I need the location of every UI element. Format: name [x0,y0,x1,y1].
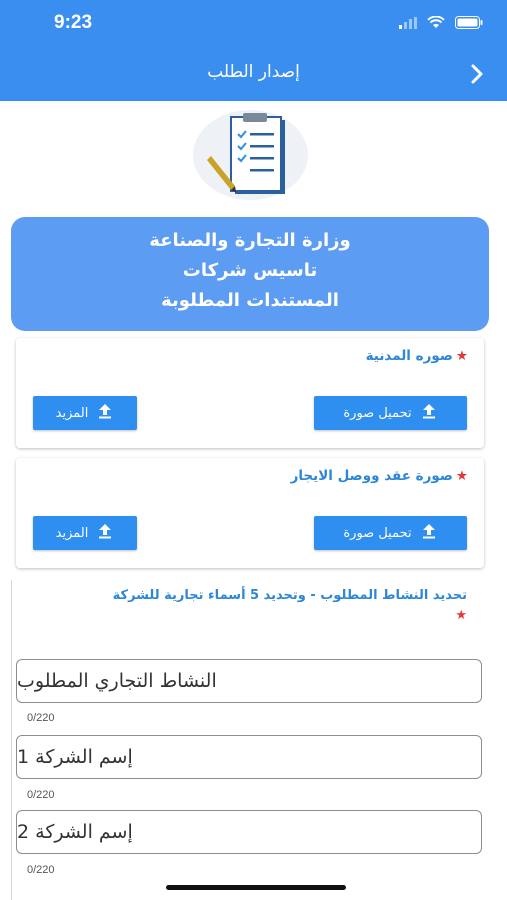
signal-icon [399,14,417,33]
status-icons [399,14,483,33]
char-counter: 0/220 [27,864,55,876]
required-star-icon: ★ [455,468,468,484]
clipboard-logo [193,110,308,200]
back-button[interactable] [463,60,491,88]
char-counter: 0/220 [27,712,55,724]
status-time: 9:23 [54,12,93,33]
home-indicator[interactable] [166,885,346,890]
required-star-icon: ★ [455,608,467,623]
more-button-label: المزيد [55,525,89,541]
civil-id-section: ★صوره المدنية تحميل صورة المزيد [16,338,484,448]
header-line-ministry: وزارة التجارة والصناعة [149,230,351,251]
app-header: 9:23 إصدار الطلب [0,0,507,101]
more-button-label: المزيد [55,405,89,421]
upload-icon [96,402,114,424]
company-name-2-input[interactable]: إسم الشركة 2 [16,810,482,854]
header-line-documents: المستندات المطلوبة [161,290,339,311]
required-star-icon: ★ [455,348,468,364]
upload-icon [420,402,438,424]
upload-button-label: تحميل صورة [343,405,412,421]
more-button[interactable]: المزيد [33,516,137,550]
activity-section-label: تحديد النشاط المطلوب - وتحديد 5 أسماء تج… [112,588,467,623]
upload-button-label: تحميل صورة [343,525,412,541]
lease-contract-label: ★صورة عقد ووصل الايجار [290,468,468,484]
ministry-header-card: وزارة التجارة والصناعة تاسيس شركات المست… [11,217,489,331]
lease-contract-section: ★صورة عقد ووصل الايجار تحميل صورة المزيد [16,458,484,568]
header-line-service: تاسيس شركات [182,260,318,281]
chevron-right-icon [463,64,491,92]
char-counter: 0/220 [27,789,55,801]
company-name-1-input[interactable]: إسم الشركة 1 [16,735,482,779]
wifi-icon [427,14,445,33]
upload-image-button[interactable]: تحميل صورة [314,516,467,550]
upload-image-button[interactable]: تحميل صورة [314,396,467,430]
upload-icon [96,522,114,544]
civil-id-label: ★صوره المدنية [365,348,468,364]
upload-icon [420,522,438,544]
page-title: إصدار الطلب [207,62,300,82]
divider [11,580,12,900]
battery-icon [455,14,483,33]
more-button[interactable]: المزيد [33,396,137,430]
business-activity-input[interactable]: النشاط التجاري المطلوب [16,659,482,703]
